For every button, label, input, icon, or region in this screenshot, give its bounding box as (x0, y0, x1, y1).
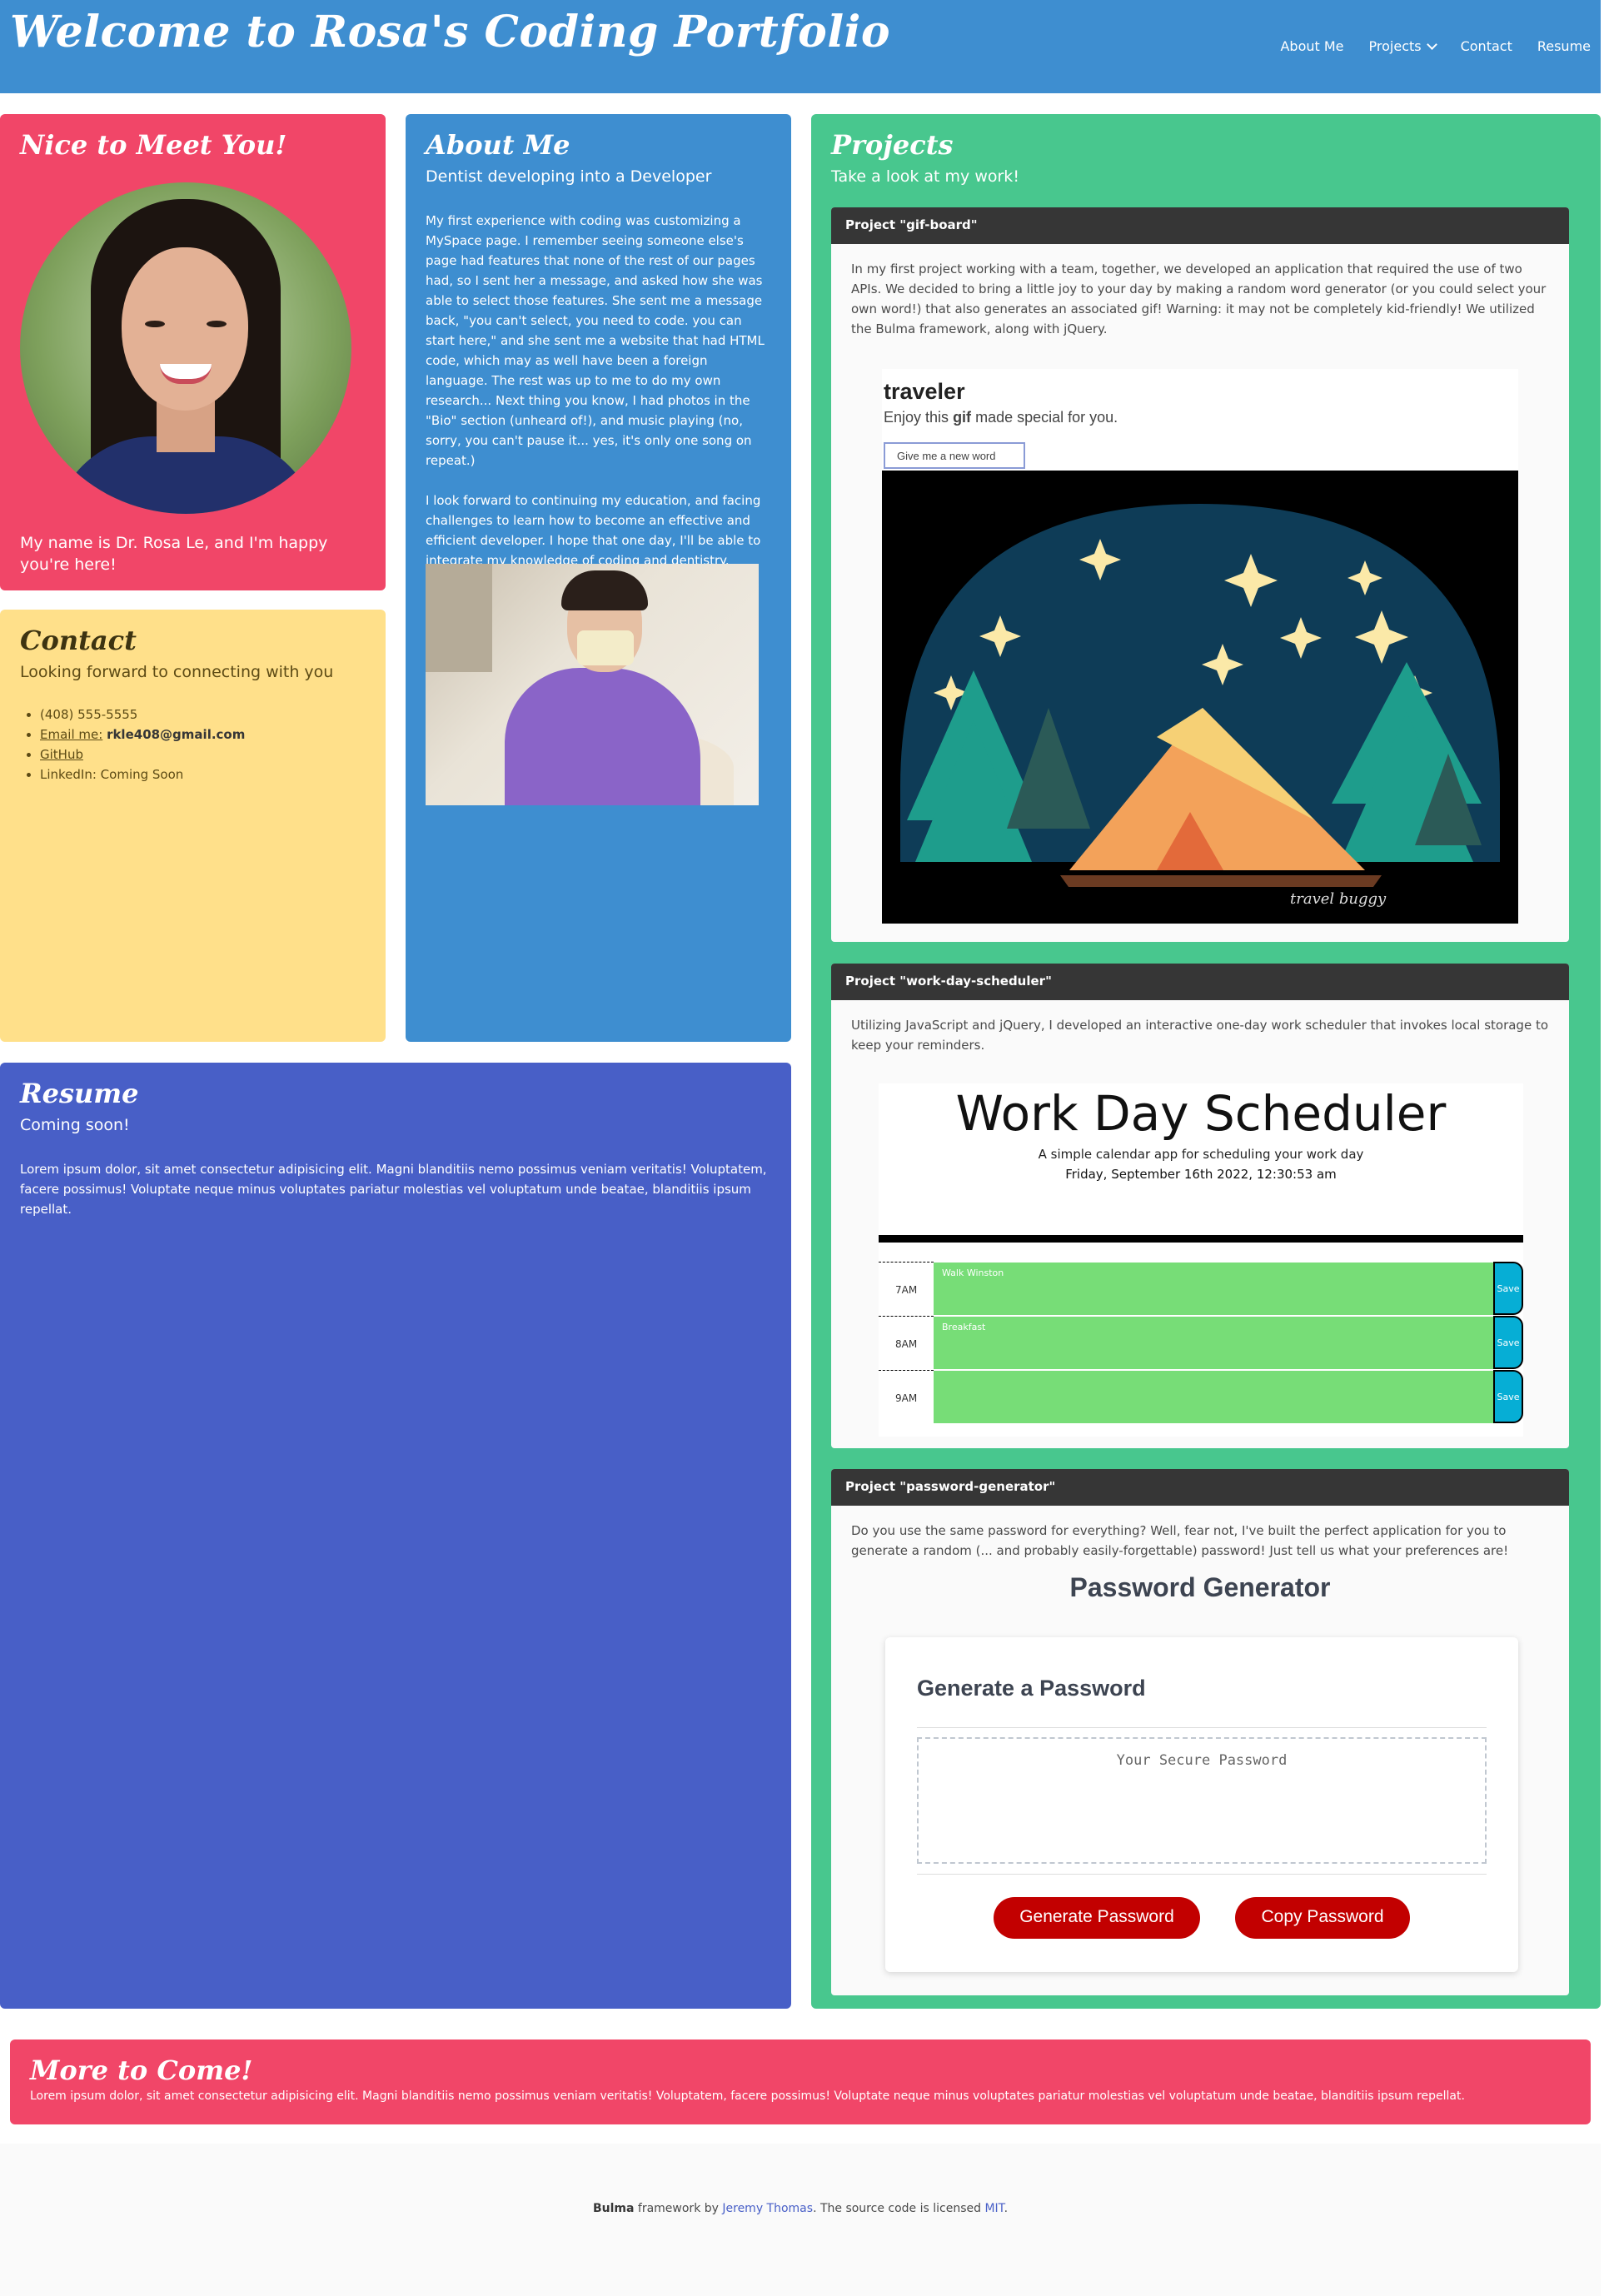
footer: Bulma framework by Jeremy Thomas. The so… (0, 2144, 1601, 2296)
task-text: Breakfast (934, 1316, 1493, 1369)
site-title: Welcome to Rosa's Coding Portfolio (10, 7, 891, 57)
shot-date: Friday, September 16th 2022, 12:30:53 am (1065, 1167, 1337, 1182)
contact-list: (408) 555-5555 Email me: rkle408@gmail.c… (20, 705, 366, 784)
project-description: Do you use the same password for everyth… (851, 1523, 1509, 1558)
hour-label: 9AM (879, 1370, 934, 1423)
hour-label: 7AM (879, 1262, 934, 1315)
more-section: More to Come! Lorem ipsum dolor, sit ame… (10, 2040, 1591, 2124)
more-title: More to Come! (30, 2054, 253, 2086)
shot-title: Password Generator (1069, 1572, 1331, 1602)
project-card-gif-board: Project "gif-board" In my first project … (831, 207, 1569, 942)
resume-title: Resume (20, 1078, 139, 1109)
meet-section: Nice to Meet You! My name is Dr. Rosa Le… (0, 114, 386, 590)
about-section: About Me Dentist developing into a Devel… (406, 114, 791, 1042)
contact-section: Contact Looking forward to connecting wi… (0, 610, 386, 1042)
profile-photo (20, 182, 351, 514)
resume-section: Resume Coming soon! Lorem ipsum dolor, s… (0, 1063, 791, 2009)
copy-password-button: Copy Password (1235, 1897, 1410, 1939)
project-description: Utilizing JavaScript and jQuery, I devel… (851, 1018, 1549, 1053)
generate-password-button: Generate Password (994, 1897, 1200, 1939)
save-button: Save (1493, 1316, 1523, 1369)
more-body: Lorem ipsum dolor, sit amet consectetur … (30, 2089, 1465, 2103)
footer-bulma: Bulma (592, 2202, 635, 2215)
github-link[interactable]: GitHub (40, 747, 83, 762)
about-paragraph-2: I look forward to continuing my educatio… (426, 493, 761, 568)
project-header: Project "work-day-scheduler" (831, 964, 1569, 1000)
project-header: Project "gif-board" (831, 207, 1569, 244)
email-address: rkle408@gmail.com (107, 727, 246, 742)
save-button: Save (1493, 1262, 1523, 1315)
gif-signature: travel buggy (1290, 890, 1387, 908)
shot-subtitle: A simple calendar app for scheduling you… (1038, 1147, 1364, 1162)
task-text: Walk Winston (934, 1262, 1493, 1315)
shot-title: Work Day Scheduler (955, 1085, 1447, 1142)
nav-about-me[interactable]: About Me (1280, 38, 1343, 54)
meet-intro: My name is Dr. Rosa Le, and I'm happy yo… (20, 534, 328, 574)
camping-gif: travel buggy (882, 471, 1518, 924)
card-title: Generate a Password (917, 1676, 1146, 1701)
projects-subtitle: Take a look at my work! (831, 167, 1019, 186)
contact-email-item: Email me: rkle408@gmail.com (40, 725, 366, 745)
dentist-photo (426, 564, 759, 805)
about-subtitle: Dentist developing into a Developer (426, 167, 712, 186)
nav-projects-label: Projects (1368, 38, 1422, 54)
project-description: In my first project working with a team,… (851, 261, 1547, 336)
contact-subtitle: Looking forward to connecting with you (20, 663, 334, 681)
resume-body: Lorem ipsum dolor, sit amet consectetur … (20, 1162, 767, 1217)
nav-contact[interactable]: Contact (1461, 38, 1512, 54)
shot-subtitle: Enjoy this gif made special for you. (884, 409, 1118, 426)
schedule-row: 7AM Walk Winston Save (879, 1262, 1523, 1315)
meet-title: Nice to Meet You! (20, 129, 287, 161)
footer-author-link[interactable]: Jeremy Thomas (722, 2202, 813, 2215)
project-header: Project "password-generator" (831, 1469, 1569, 1506)
project-card-password-generator: Project "password-generator" Do you use … (831, 1469, 1569, 1995)
password-generator-screenshot[interactable]: Generate a Password Your Secure Password… (885, 1637, 1518, 1972)
password-textarea: Your Secure Password (917, 1737, 1487, 1864)
projects-title: Projects (831, 129, 954, 161)
projects-section: Projects Take a look at my work! Project… (811, 114, 1601, 2009)
about-text: My first experience with coding was cust… (426, 211, 771, 570)
contact-linkedin: LinkedIn: Coming Soon (40, 765, 366, 784)
footer-license-link[interactable]: MIT (984, 2202, 1004, 2215)
schedule-row: 9AM Save (879, 1370, 1523, 1423)
about-title: About Me (426, 129, 570, 161)
shot-word: traveler (884, 379, 965, 404)
gif-board-screenshot[interactable]: traveler Enjoy this gif made special for… (882, 369, 1518, 924)
contact-title: Contact (20, 625, 137, 656)
resume-subtitle: Coming soon! (20, 1116, 130, 1134)
work-day-scheduler-screenshot[interactable]: Work Day Scheduler A simple calendar app… (879, 1083, 1523, 1437)
contact-github-item: GitHub (40, 745, 366, 765)
chevron-down-icon (1426, 38, 1437, 50)
save-button: Save (1493, 1370, 1523, 1423)
schedule-row: 8AM Breakfast Save (879, 1316, 1523, 1369)
nav-resume[interactable]: Resume (1537, 38, 1591, 54)
hour-label: 8AM (879, 1316, 934, 1369)
contact-phone: (408) 555-5555 (40, 705, 366, 725)
nav-links: About Me Projects Contact Resume (1280, 38, 1591, 54)
nav-projects-dropdown[interactable]: Projects (1368, 38, 1437, 54)
new-word-button: Give me a new word (884, 442, 1025, 469)
navbar: Welcome to Rosa's Coding Portfolio About… (0, 0, 1601, 93)
about-paragraph-1: My first experience with coding was cust… (426, 213, 765, 468)
email-link[interactable]: Email me: (40, 727, 102, 742)
project-card-work-day-scheduler: Project "work-day-scheduler" Utilizing J… (831, 964, 1569, 1448)
task-text (934, 1370, 1493, 1423)
